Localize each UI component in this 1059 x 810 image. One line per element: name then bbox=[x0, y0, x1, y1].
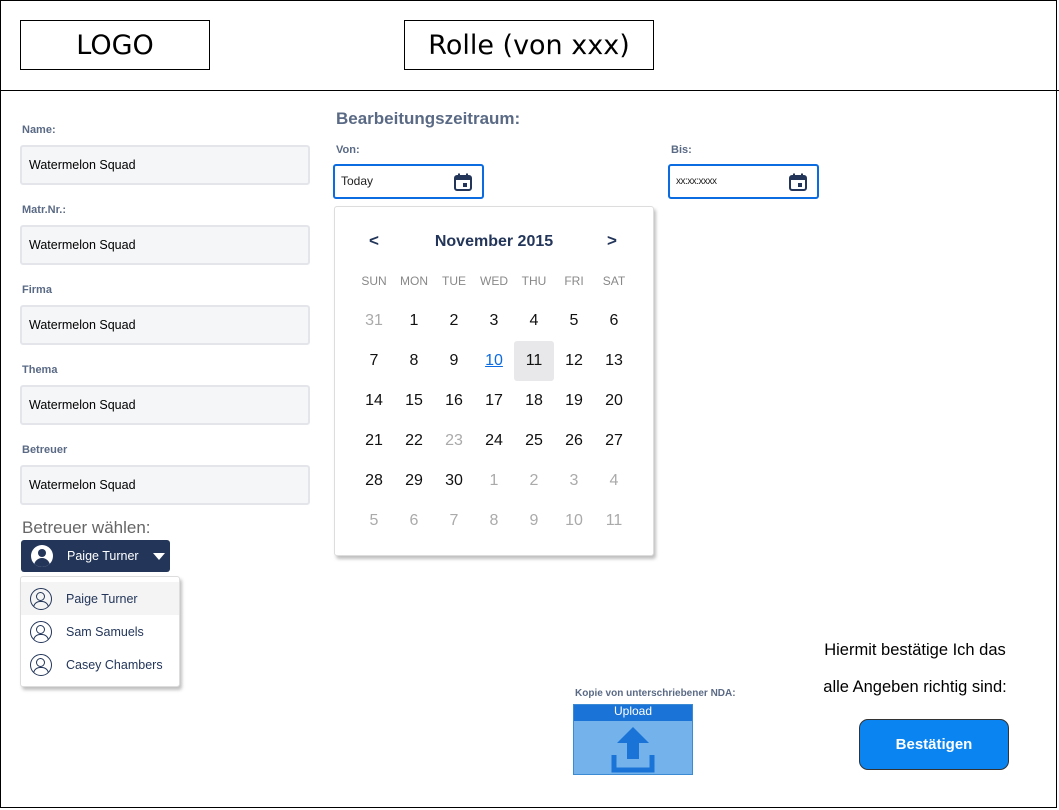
firma-field[interactable]: Watermelon Squad bbox=[20, 305, 310, 345]
upload-label: Upload bbox=[574, 705, 692, 721]
weekday-label: WED bbox=[480, 274, 508, 288]
name-label: Name: bbox=[22, 124, 56, 136]
thema-label: Thema bbox=[22, 364, 58, 376]
upload-button[interactable]: Upload bbox=[573, 704, 693, 775]
next-month-button[interactable]: > bbox=[607, 231, 617, 251]
calendar-icon[interactable] bbox=[454, 173, 472, 191]
confirmation-line-1: Hiermit bestätige Ich das bbox=[824, 641, 1006, 659]
from-label: Von: bbox=[336, 144, 360, 156]
from-date-input[interactable]: Today bbox=[333, 164, 484, 199]
user-avatar-icon bbox=[30, 620, 52, 643]
calendar-day[interactable]: 1 bbox=[394, 301, 434, 341]
weekday-label: SUN bbox=[361, 274, 387, 288]
calendar-day[interactable]: 3 bbox=[474, 301, 514, 341]
supervisor-options: Paige Turner Sam Samuels Casey Chambers bbox=[20, 576, 180, 687]
calendar-day[interactable]: 6 bbox=[594, 301, 634, 341]
betreuer-field[interactable]: Watermelon Squad bbox=[20, 465, 310, 505]
calendar-day[interactable]: 8 bbox=[474, 501, 514, 541]
chevron-down-icon bbox=[152, 552, 165, 560]
calendar-day[interactable]: 23 bbox=[434, 421, 474, 461]
to-label: Bis: bbox=[671, 144, 692, 156]
calendar-day[interactable]: 31 bbox=[354, 301, 394, 341]
calendar-day[interactable]: 3 bbox=[554, 461, 594, 501]
calendar-day[interactable]: 5 bbox=[354, 501, 394, 541]
calendar-day[interactable]: 24 bbox=[474, 421, 514, 461]
calendar-day[interactable]: 11 bbox=[514, 341, 554, 381]
calendar-day[interactable]: 9 bbox=[434, 341, 474, 381]
calendar-day[interactable]: 2 bbox=[514, 461, 554, 501]
supervisor-option-label: Sam Samuels bbox=[66, 624, 144, 639]
matrnr-field[interactable]: Watermelon Squad bbox=[20, 225, 310, 265]
supervisor-option[interactable]: Casey Chambers bbox=[21, 648, 179, 681]
calendar-day[interactable]: 18 bbox=[514, 381, 554, 421]
user-avatar-icon bbox=[31, 545, 53, 567]
supervisor-option-label: Paige Turner bbox=[66, 591, 138, 606]
period-heading: Bearbeitungszeitraum: bbox=[336, 109, 521, 128]
calendar-month-title: November 2015 bbox=[434, 233, 554, 250]
user-avatar-icon bbox=[30, 587, 52, 610]
calendar-icon[interactable] bbox=[789, 173, 807, 191]
calendar-day[interactable]: 4 bbox=[514, 301, 554, 341]
calendar-day[interactable]: 15 bbox=[394, 381, 434, 421]
calendar-day[interactable]: 28 bbox=[354, 461, 394, 501]
to-date-value: xx:xx:xxxx bbox=[676, 176, 717, 187]
supervisor-option[interactable]: Paige Turner bbox=[21, 582, 179, 615]
supervisor-option[interactable]: Sam Samuels bbox=[21, 615, 179, 648]
calendar-day[interactable]: 22 bbox=[394, 421, 434, 461]
firma-label: Firma bbox=[22, 284, 52, 296]
date-picker-calendar: < November 2015 > SUN MON TUE WED THU FRI SAT 3… bbox=[334, 206, 654, 556]
user-avatar-icon bbox=[30, 653, 52, 676]
weekday-label: SAT bbox=[602, 274, 626, 288]
calendar-day[interactable]: 20 bbox=[594, 381, 634, 421]
confirmation-text: Hiermit bestätige Ich das alle Angeben r… bbox=[790, 632, 1040, 706]
calendar-day[interactable]: 11 bbox=[594, 501, 634, 541]
matrnr-label: Matr.Nr.: bbox=[22, 204, 67, 216]
calendar-day[interactable]: 5 bbox=[554, 301, 594, 341]
weekday-label: MON bbox=[400, 274, 428, 288]
calendar-day[interactable]: 29 bbox=[394, 461, 434, 501]
confirm-button[interactable]: Bestätigen bbox=[859, 719, 1009, 770]
calendar-day[interactable]: 19 bbox=[554, 381, 594, 421]
calendar-day[interactable]: 27 bbox=[594, 421, 634, 461]
calendar-day[interactable]: 16 bbox=[434, 381, 474, 421]
calendar-day[interactable]: 7 bbox=[354, 341, 394, 381]
calendar-day[interactable]: 7 bbox=[434, 501, 474, 541]
calendar-day[interactable]: 8 bbox=[394, 341, 434, 381]
calendar-day[interactable]: 1 bbox=[474, 461, 514, 501]
betreuer-label: Betreuer bbox=[22, 444, 68, 456]
name-field[interactable]: Watermelon Squad bbox=[20, 145, 310, 185]
calendar-day[interactable]: 10 bbox=[554, 501, 594, 541]
calendar-day[interactable]: 21 bbox=[354, 421, 394, 461]
calendar-day[interactable]: 14 bbox=[354, 381, 394, 421]
thema-field[interactable]: Watermelon Squad bbox=[20, 385, 310, 425]
weekday-label: FRI bbox=[564, 274, 584, 288]
calendar-day[interactable]: 13 bbox=[594, 341, 634, 381]
calendar-day[interactable]: 30 bbox=[434, 461, 474, 501]
calendar-day[interactable]: 2 bbox=[434, 301, 474, 341]
confirmation-line-2: alle Angeben richtig sind: bbox=[823, 678, 1007, 696]
supervisor-selected: Paige Turner bbox=[67, 549, 139, 563]
calendar-day[interactable]: 9 bbox=[514, 501, 554, 541]
weekday-label: THU bbox=[521, 274, 547, 288]
supervisor-heading: Betreuer wählen: bbox=[22, 518, 151, 537]
nda-label: Kopie von unterschriebener NDA: bbox=[575, 688, 736, 699]
weekday-label: TUE bbox=[442, 274, 466, 288]
logo: LOGO bbox=[20, 20, 210, 70]
role-title: Rolle (von xxx) bbox=[404, 20, 654, 70]
calendar-day[interactable]: 12 bbox=[554, 341, 594, 381]
supervisor-option-label: Casey Chambers bbox=[66, 657, 163, 672]
to-date-input[interactable]: xx:xx:xxxx bbox=[668, 164, 819, 199]
calendar-day[interactable]: 4 bbox=[594, 461, 634, 501]
calendar-day[interactable]: 17 bbox=[474, 381, 514, 421]
calendar-day[interactable]: 6 bbox=[394, 501, 434, 541]
calendar-day[interactable]: 10 bbox=[474, 341, 514, 381]
supervisor-dropdown[interactable]: Paige Turner bbox=[21, 540, 170, 572]
calendar-day[interactable]: 26 bbox=[554, 421, 594, 461]
from-date-value: Today bbox=[341, 174, 374, 188]
upload-icon bbox=[611, 727, 655, 773]
calendar-day[interactable]: 25 bbox=[514, 421, 554, 461]
